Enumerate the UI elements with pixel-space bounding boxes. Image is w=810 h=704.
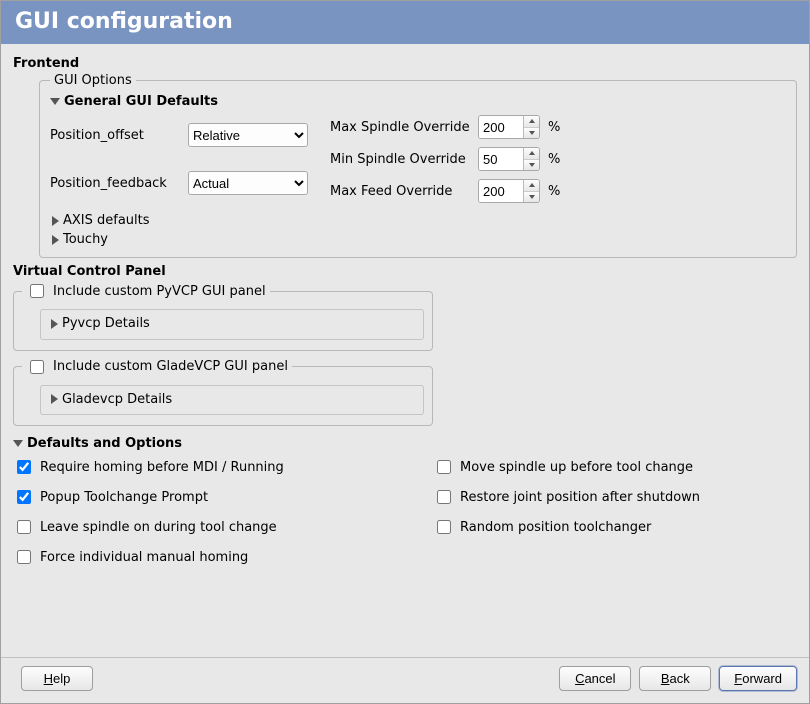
opt-label: Popup Toolchange Prompt [40, 490, 208, 505]
max-feed-label: Max Feed Override [330, 184, 470, 199]
touchy-toggle[interactable]: Touchy [52, 230, 108, 249]
chevron-right-icon [52, 235, 59, 245]
forward-button[interactable]: Forward [719, 666, 797, 691]
opt-leave-spindle[interactable] [17, 520, 31, 534]
percent-label: % [548, 152, 560, 167]
gladevcp-details-toggle[interactable]: Gladevcp Details [51, 392, 172, 407]
min-spindle-input[interactable] [479, 148, 523, 170]
opt-label: Require homing before MDI / Running [40, 460, 284, 475]
position-offset-select[interactable]: Relative [188, 123, 308, 147]
max-spindle-spinner[interactable] [478, 115, 540, 139]
opt-random-toolchanger[interactable] [437, 520, 451, 534]
opt-require-homing[interactable] [17, 460, 31, 474]
pyvcp-checkbox[interactable] [30, 284, 44, 298]
opt-label: Restore joint position after shutdown [460, 490, 700, 505]
pyvcp-details-toggle[interactable]: Pyvcp Details [51, 316, 150, 331]
spin-down-icon[interactable] [524, 127, 539, 139]
opt-label: Move spindle up before tool change [460, 460, 693, 475]
chevron-right-icon [52, 216, 59, 226]
back-button[interactable]: Back [639, 666, 711, 691]
position-offset-label: Position_offset [50, 128, 180, 143]
gladevcp-group: Include custom GladeVCP GUI panel Gladev… [13, 357, 433, 427]
min-spindle-label: Min Spindle Override [330, 152, 470, 167]
chevron-down-icon [50, 98, 60, 105]
spin-down-icon[interactable] [524, 159, 539, 171]
page-title: GUI configuration [1, 1, 809, 44]
gui-options-legend: GUI Options [50, 73, 136, 88]
spin-up-icon[interactable] [524, 148, 539, 159]
max-feed-spinner[interactable] [478, 179, 540, 203]
max-spindle-input[interactable] [479, 116, 523, 138]
frontend-heading: Frontend [13, 56, 797, 71]
vcp-heading: Virtual Control Panel [13, 264, 797, 279]
gui-options-group: GUI Options General GUI Defaults Positio… [39, 73, 797, 258]
touchy-label: Touchy [63, 232, 108, 247]
opt-popup-toolchange[interactable] [17, 490, 31, 504]
opt-move-spindle-up[interactable] [437, 460, 451, 474]
axis-defaults-toggle[interactable]: AXIS defaults [52, 211, 150, 230]
chevron-right-icon [51, 319, 58, 329]
pyvcp-details-label: Pyvcp Details [62, 316, 150, 331]
opt-label: Force individual manual homing [40, 550, 248, 565]
position-feedback-select[interactable]: Actual [188, 171, 308, 195]
spin-down-icon[interactable] [524, 191, 539, 203]
opt-force-individual-homing[interactable] [17, 550, 31, 564]
help-button[interactable]: Help [21, 666, 93, 691]
cancel-button[interactable]: Cancel [559, 666, 631, 691]
chevron-down-icon [13, 440, 23, 447]
spin-up-icon[interactable] [524, 180, 539, 191]
min-spindle-spinner[interactable] [478, 147, 540, 171]
opt-restore-joint[interactable] [437, 490, 451, 504]
opt-label: Random position toolchanger [460, 520, 651, 535]
defaults-options-heading: Defaults and Options [27, 436, 182, 451]
opt-label: Leave spindle on during tool change [40, 520, 277, 535]
percent-label: % [548, 184, 560, 199]
general-gui-defaults-label: General GUI Defaults [64, 94, 218, 109]
defaults-options-toggle[interactable]: Defaults and Options [13, 436, 182, 451]
spin-up-icon[interactable] [524, 116, 539, 127]
max-spindle-label: Max Spindle Override [330, 120, 470, 135]
footer: Help Cancel Back Forward [1, 657, 809, 703]
max-feed-input[interactable] [479, 180, 523, 202]
axis-defaults-label: AXIS defaults [63, 213, 150, 228]
general-gui-defaults-toggle[interactable]: General GUI Defaults [50, 94, 218, 109]
pyvcp-check-label: Include custom PyVCP GUI panel [53, 284, 266, 299]
chevron-right-icon [51, 394, 58, 404]
pyvcp-group: Include custom PyVCP GUI panel Pyvcp Det… [13, 281, 433, 351]
percent-label: % [548, 120, 560, 135]
gladevcp-check-label: Include custom GladeVCP GUI panel [53, 359, 288, 374]
gladevcp-checkbox[interactable] [30, 360, 44, 374]
content-area: Frontend GUI Options General GUI Default… [1, 44, 809, 657]
position-feedback-label: Position_feedback [50, 176, 180, 191]
gladevcp-details-label: Gladevcp Details [62, 392, 172, 407]
